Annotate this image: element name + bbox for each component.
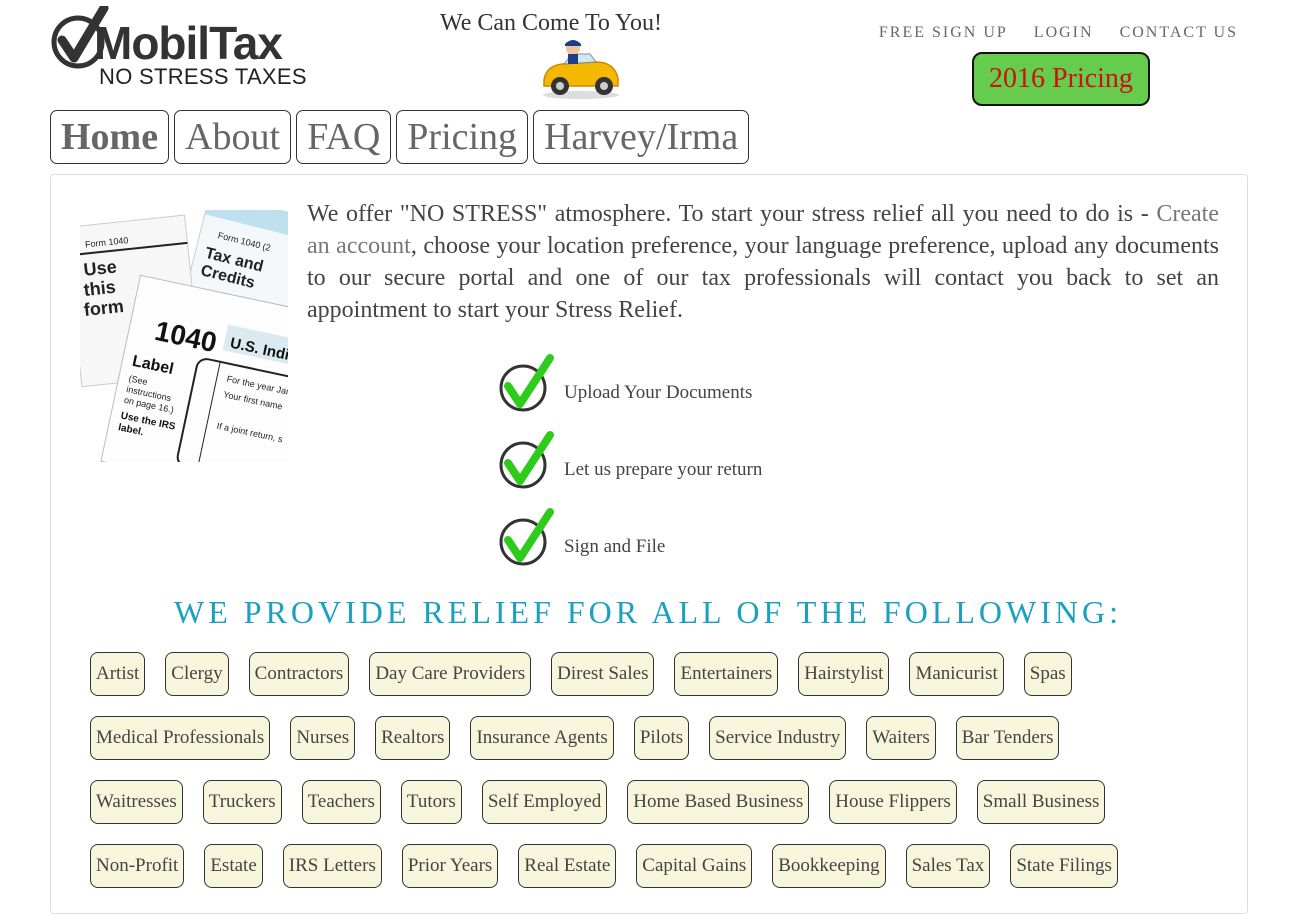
intro-paragraph: We offer "NO STRESS" atmosphere. To star… [307, 198, 1219, 326]
top-navigation: FREE SIGN UP LOGIN CONTACT US [879, 24, 1238, 42]
category-chip[interactable]: Self Employed [481, 780, 608, 824]
category-chip[interactable]: Clergy [165, 652, 229, 696]
logo-brand-text: MobilTax [94, 17, 283, 69]
category-chip[interactable]: Artist [90, 652, 146, 696]
category-chip[interactable]: Bookkeeping [772, 844, 886, 888]
category-chip[interactable]: Truckers [202, 780, 282, 824]
category-chip[interactable]: Tutors [400, 780, 462, 824]
category-chip[interactable]: House Flippers [829, 780, 957, 824]
tab-home[interactable]: Home [50, 110, 170, 164]
green-check-icon [499, 508, 554, 566]
category-chips: Artist Clergy Contractors Day Care Provi… [90, 652, 1220, 908]
step-label: Let us prepare your return [564, 459, 763, 480]
intro-text-end: , choose your location preference, your … [307, 233, 1220, 323]
category-chip[interactable]: Hairstylist [798, 652, 890, 696]
logo-tagline: NO STRESS TAXES [99, 64, 307, 89]
pricing-2016-button[interactable]: 2016 Pricing [972, 52, 1150, 106]
chip-row: Medical Professionals Nurses Realtors In… [90, 716, 1220, 760]
category-chip[interactable]: Waitresses [90, 780, 183, 824]
category-chip[interactable]: Service Industry [709, 716, 847, 760]
category-chip[interactable]: Prior Years [401, 844, 499, 888]
category-chip[interactable]: State Filings [1010, 844, 1118, 888]
category-chip[interactable]: Pilots [633, 716, 690, 760]
category-chip[interactable]: Nurses [290, 716, 356, 760]
category-chip[interactable]: Entertainers [674, 652, 779, 696]
category-chip[interactable]: Home Based Business [627, 780, 810, 824]
category-chip[interactable]: Contractors [248, 652, 350, 696]
category-chip[interactable]: Medical Professionals [90, 716, 271, 760]
category-chip[interactable]: Bar Tenders [955, 716, 1060, 760]
tab-faq[interactable]: FAQ [296, 110, 392, 164]
category-chip[interactable]: Spas [1023, 652, 1072, 696]
category-chip[interactable]: Realtors [375, 716, 451, 760]
category-chip[interactable]: Real Estate [518, 844, 617, 888]
chip-row: Non-Profit Estate IRS Letters Prior Year… [90, 844, 1220, 888]
contact-us-link[interactable]: CONTACT US [1120, 24, 1238, 42]
intro-text-start: We offer "NO STRESS" atmosphere. To star… [307, 201, 1157, 227]
category-chip[interactable]: Manicurist [909, 652, 1004, 696]
category-chip[interactable]: IRS Letters [282, 844, 382, 888]
free-sign-up-link[interactable]: FREE SIGN UP [879, 24, 1008, 42]
chip-row: Artist Clergy Contractors Day Care Provi… [90, 652, 1220, 696]
step-label: Sign and File [564, 536, 666, 557]
slogan: We Can Come To You! [440, 10, 662, 36]
main-tabs: Home About FAQ Pricing Harvey/Irma [50, 110, 750, 164]
relief-heading: WE PROVIDE RELIEF FOR ALL OF THE FOLLOWI… [174, 594, 1122, 630]
category-chip[interactable]: Capital Gains [636, 844, 753, 888]
category-chip[interactable]: Waiters [866, 716, 936, 760]
tax-forms-image: Form 1040 (2 Tax and Credits Form 1040 U… [80, 210, 288, 462]
category-chip[interactable]: Direst Sales [551, 652, 655, 696]
tab-about[interactable]: About [174, 110, 292, 164]
category-chip[interactable]: Day Care Providers [369, 652, 532, 696]
step-label: Upload Your Documents [564, 382, 753, 403]
green-check-icon [499, 431, 554, 489]
mobiltax-logo[interactable]: MobilTax NO STRESS TAXES [50, 6, 310, 92]
chip-row: Waitresses Truckers Teachers Tutors Self… [90, 780, 1220, 824]
category-chip[interactable]: Insurance Agents [470, 716, 614, 760]
category-chip[interactable]: Non-Profit [90, 844, 185, 888]
category-chip[interactable]: Sales Tax [905, 844, 991, 888]
category-chip[interactable]: Estate [204, 844, 263, 888]
tab-pricing[interactable]: Pricing [396, 110, 529, 164]
green-check-icon [499, 354, 554, 412]
category-chip[interactable]: Small Business [976, 780, 1106, 824]
svg-text:form: form [83, 296, 125, 320]
tab-harvey-irma[interactable]: Harvey/Irma [533, 110, 750, 164]
category-chip[interactable]: Teachers [301, 780, 381, 824]
car-mascot-icon [543, 40, 619, 99]
login-link[interactable]: LOGIN [1034, 24, 1094, 42]
